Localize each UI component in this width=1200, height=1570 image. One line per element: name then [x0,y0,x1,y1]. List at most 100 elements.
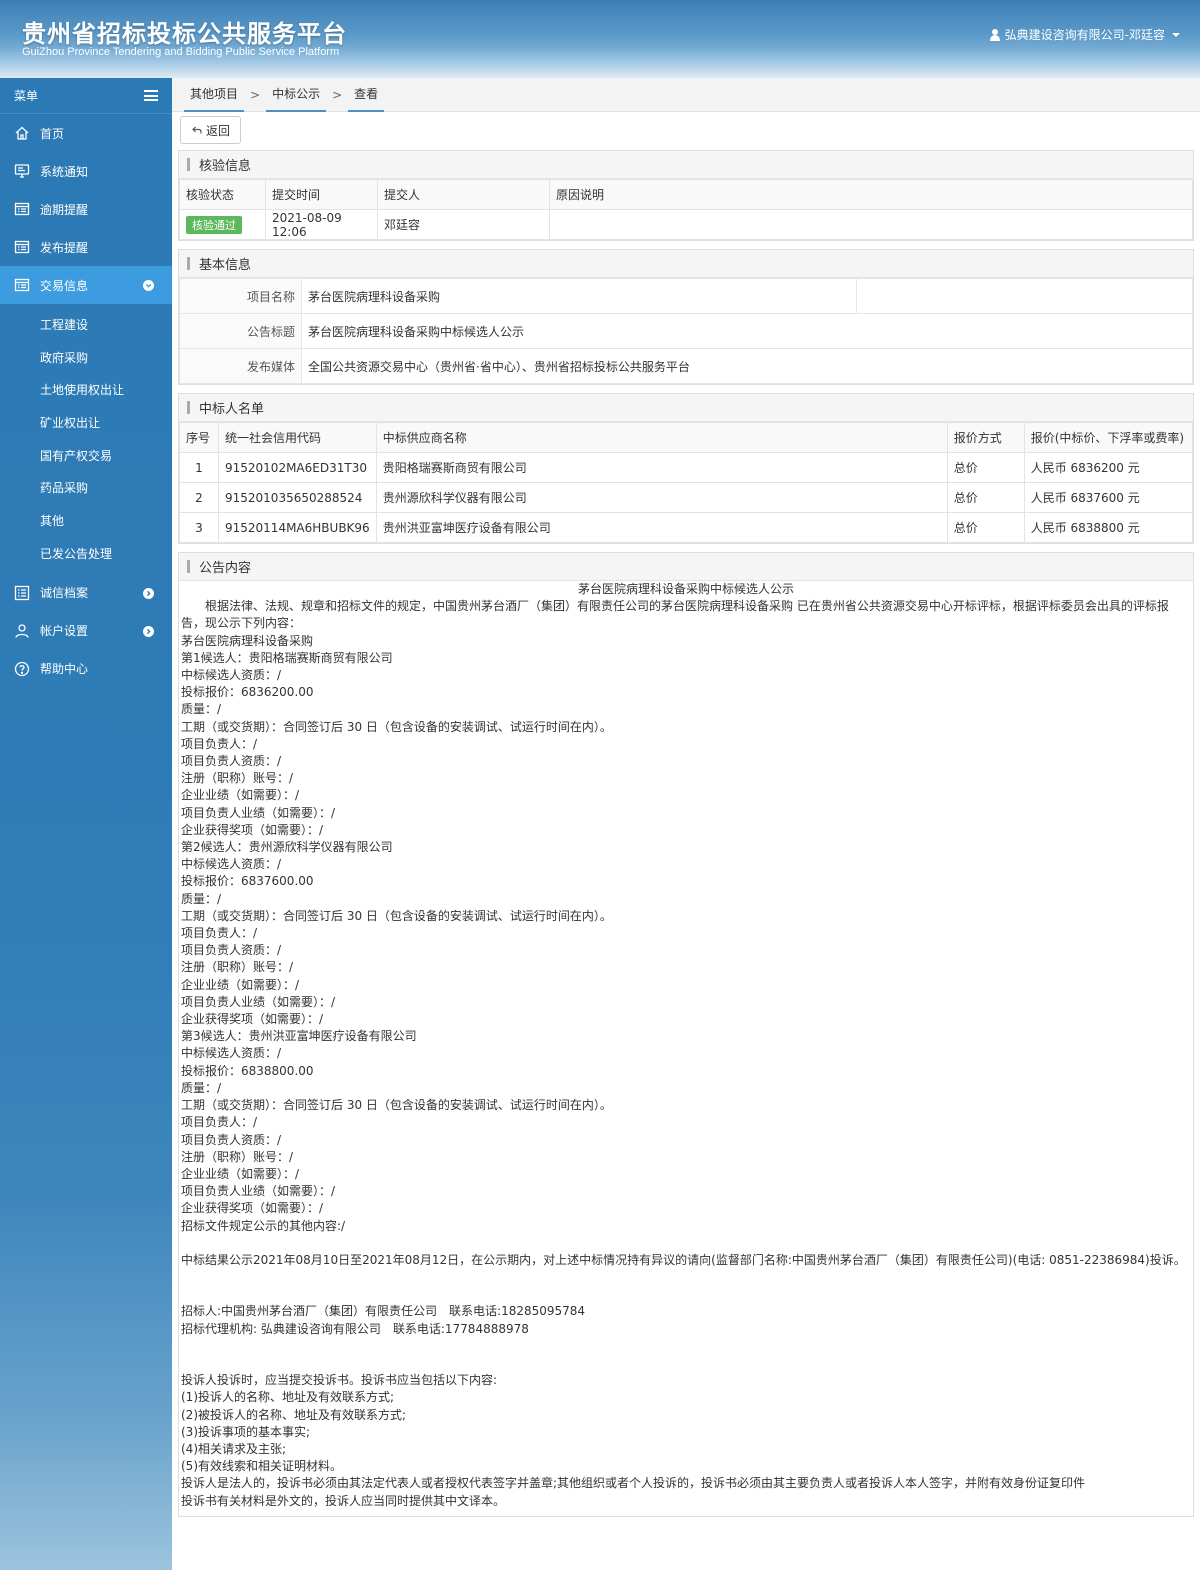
column-header: 报价(中标价、下浮率或费率) [1023,422,1194,453]
chevron-right-icon [143,625,154,637]
breadcrumb-separator: > [250,87,261,102]
notice-line: 投标报价：6836200.00 [181,685,314,700]
list-icon [14,585,30,601]
quote-method: 总价 [946,512,1025,543]
notice-line: 工期（或交货期）：合同签订后 30 日（包含设备的安装调试、试运行时间在内）。 [181,908,612,923]
notice-line: 项目负责人：/ [181,736,258,751]
trade-info-submenu: 工程建设 政府采购 土地使用权出让 矿业权出让 国有产权交易 药品采购 其他 已… [0,304,172,574]
monitor-icon [14,163,30,179]
quote-price: 人民币 6836200 元 [1023,452,1194,483]
table-row: 1 91520102MA6ED31T30 贵阳格瑞赛斯商贸有限公司 总价 人民币… [179,452,1194,483]
column-header: 序号 [179,422,219,453]
notice-line: (2)被投诉人的名称、地址及有效联系方式; [181,1407,407,1422]
app-header: 贵州省招标投标公共服务平台 GuiZhou Province Tendering… [0,0,1200,78]
notice-line: 项目负责人：/ [181,1115,258,1130]
sidebar-item-label: 首页 [40,126,65,141]
notice-line: 注册（职称）账号：/ [181,771,294,786]
toolbar: 返回 [172,112,1200,150]
notice-line: 质量：/ [181,1080,222,1095]
sidebar-item-notifications[interactable]: 系统通知 [0,152,172,190]
basic-info-table: 项目名称 茅台医院病理科设备采购 公告标题 茅台医院病理科设备采购中标候选人公示… [179,278,1193,384]
panel-header: 中标人名单 [179,394,1193,422]
sidebar-item-overdue[interactable]: 逾期提醒 [0,190,172,228]
sidebar-item-label: 帐户设置 [40,624,89,638]
sidebar-item-label: 发布提醒 [40,240,89,255]
user-icon [14,623,30,639]
notice-line: 项目负责人资质：/ [181,943,282,958]
notice-line: 企业业绩（如需要）：/ [181,977,300,992]
breadcrumb-other-projects[interactable]: 其他项目 [184,78,245,112]
breadcrumb-view[interactable]: 查看 [348,78,385,112]
sidebar-subitem-construction[interactable]: 工程建设 [0,308,172,341]
sidebar-subitem-land-use[interactable]: 土地使用权出让 [0,373,172,406]
row-index: 2 [179,482,219,513]
notice-line: 注册（职称）账号：/ [181,960,294,975]
credit-code: 91520102MA6ED31T30 [218,452,377,483]
back-button-label: 返回 [206,123,231,138]
back-button[interactable]: 返回 [180,116,242,144]
menu-label: 菜单 [14,89,39,103]
credit-code: 915201035650288524 [218,482,377,513]
sidebar-subitem-mining-rights[interactable]: 矿业权出让 [0,406,172,439]
sidebar-item-home[interactable]: 首页 [0,114,172,152]
notice-line: 工期（或交货期）：合同签订后 30 日（包含设备的安装调试、试运行时间在内）。 [181,719,612,734]
hamburger-icon[interactable] [144,90,158,101]
winners-panel: 中标人名单 序号 统一社会信用代码 中标供应商名称 报价方式 报价(中标价、下浮… [178,393,1194,544]
caret-down-icon [1172,32,1180,37]
basic-info-panel: 基本信息 项目名称 茅台医院病理科设备采购 公告标题 茅台医院病理科设备采购中标… [178,249,1194,385]
breadcrumb-separator: > [332,87,343,102]
notice-line: 项目负责人资质：/ [181,1132,282,1147]
notice-line: 项目负责人业绩（如需要）：/ [181,805,336,820]
notice-line: 招标代理机构: 弘典建设咨询有限公司 联系电话:17784888978 [181,1321,529,1336]
supplier-name: 贵阳格瑞赛斯商贸有限公司 [375,452,948,483]
column-header: 中标供应商名称 [375,422,948,453]
sidebar: 菜单 首页 系统通知 逾期提醒 发布提醒 交易信息 工程建设 政府采购 土地使用… [0,78,172,1570]
sidebar-subitem-other[interactable]: 其他 [0,504,172,537]
sidebar-item-account-settings[interactable]: 帐户设置 [0,612,172,650]
notice-blank-line [181,1235,1191,1252]
column-header: 提交时间 [265,179,378,210]
notice-line: 质量：/ [181,891,222,906]
sidebar-subitem-government-procurement[interactable]: 政府采购 [0,341,172,374]
list-icon [14,201,30,217]
table-row: 2 915201035650288524 贵州源欣科学仪器有限公司 总价 人民币… [179,482,1194,513]
notice-line: 质量：/ [181,702,222,717]
back-icon [192,126,202,134]
sidebar-item-help-center[interactable]: 帮助中心 [0,650,172,688]
notice-line: 投诉书有关材料是外文的，投诉人应当同时提供其中文译本。 [181,1493,506,1508]
sidebar-item-publish[interactable]: 发布提醒 [0,228,172,266]
home-icon [14,125,30,141]
panel-header: 公告内容 [179,553,1193,581]
notice-line: 投标报价：6837600.00 [181,874,314,889]
column-header: 统一社会信用代码 [218,422,377,453]
breadcrumb-award-notice[interactable]: 中标公示 [266,78,327,112]
notice-line: 中标候选人资质：/ [181,857,282,872]
notice-line: 茅台医院病理科设备采购 [181,633,314,648]
notice-line: (3)投诉事项的基本事实; [181,1424,311,1439]
notice-line: 第1候选人：贵阳格瑞赛斯商贸有限公司 [181,650,393,665]
sidebar-item-label: 诚信档案 [40,586,89,600]
sidebar-item-label: 帮助中心 [40,662,89,676]
notice-line: 投诉人投诉时，应当提交投诉书。投诉书应当包括以下内容: [181,1373,498,1388]
sidebar-subitem-drug-procurement[interactable]: 药品采购 [0,471,172,504]
sidebar-item-trade-info[interactable]: 交易信息 [0,266,172,304]
sidebar-item-label: 系统通知 [40,164,89,179]
notice-body: 茅台医院病理科设备采购中标候选人公示 根据法律、法规、规章和招标文件的规定，中国… [179,581,1193,1516]
sidebar-subitem-published-notices[interactable]: 已发公告处理 [0,537,172,570]
panel-title: 中标人名单 [199,402,265,417]
sidebar-item-credit-archive[interactable]: 诚信档案 [0,574,172,612]
platform-title: 贵州省招标投标公共服务平台 [22,20,347,48]
notice-heading: 茅台医院病理科设备采购中标候选人公示 [577,582,794,596]
status-cell: 核验通过 [179,209,266,240]
notice-line: 招标人:中国贵州茅台酒厂（集团）有限责任公司 联系电话:18285095784 [181,1304,586,1319]
sidebar-subitem-state-property[interactable]: 国有产权交易 [0,439,172,472]
notice-line: 企业业绩（如需要）：/ [181,788,300,803]
user-menu[interactable]: 弘典建设咨询有限公司-邓廷容 [989,26,1180,43]
chevron-down-icon [143,280,154,291]
panel-title: 基本信息 [199,258,252,273]
notice-line: 项目负责人：/ [181,926,258,941]
credit-code: 91520114MA6HBUBK96 [218,512,377,543]
chevron-right-icon [143,587,154,599]
notice-line: 投标报价：6838800.00 [181,1063,314,1078]
sidebar-item-label: 逾期提醒 [40,202,89,217]
